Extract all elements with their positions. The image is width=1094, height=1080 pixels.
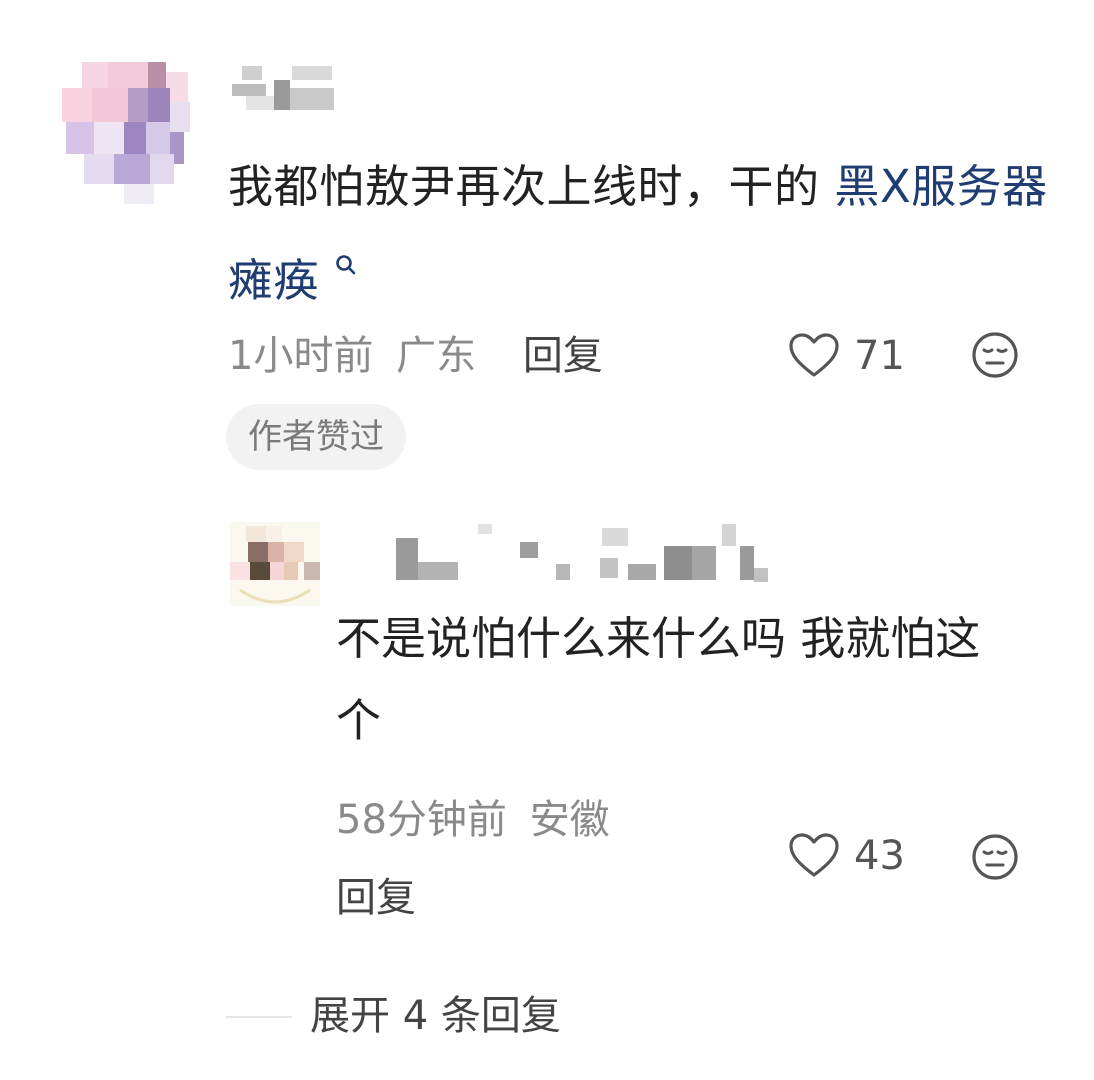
- reply-meta: 58分钟前 安徽: [336, 792, 610, 848]
- avatar[interactable]: [62, 58, 192, 208]
- expand-replies-button[interactable]: 展开 4 条回复: [310, 990, 561, 1042]
- comment-text: 我都怕敖尹再次上线时，干的 黑X服务器瘫痪: [228, 146, 1048, 322]
- reply-location: 安徽: [529, 797, 610, 843]
- heart-icon: [789, 833, 839, 877]
- like-button[interactable]: 71: [788, 328, 905, 384]
- search-icon[interactable]: [325, 251, 357, 286]
- reply-avatar[interactable]: [230, 522, 332, 606]
- reply-dislike-button[interactable]: [970, 832, 1020, 882]
- comment-time: 1小时前: [228, 333, 374, 379]
- author-liked-badge: 作者赞过: [226, 404, 406, 470]
- heart-icon: [789, 333, 839, 377]
- dislike-face-icon: [972, 332, 1018, 378]
- dislike-button[interactable]: [970, 330, 1020, 380]
- reply-username-blurred[interactable]: [396, 524, 776, 584]
- reply-like-button[interactable]: 43: [788, 828, 905, 884]
- reply-reply-button[interactable]: 回复: [336, 870, 416, 926]
- username-blurred[interactable]: [232, 66, 342, 110]
- like-count: 71: [854, 333, 905, 379]
- comment-meta: 1小时前 广东 回复: [228, 328, 603, 384]
- comment-location: 广东: [396, 333, 477, 379]
- reply-like-count: 43: [854, 833, 905, 879]
- expand-divider: [226, 1016, 292, 1018]
- reply-text: 不是说怕什么来什么吗 我就怕这个: [336, 612, 981, 747]
- reply-time: 58分钟前: [336, 797, 507, 843]
- comment-body: 我都怕敖尹再次上线时，干的: [228, 160, 835, 213]
- dislike-face-icon: [972, 834, 1018, 880]
- reply-button[interactable]: 回复: [523, 333, 603, 379]
